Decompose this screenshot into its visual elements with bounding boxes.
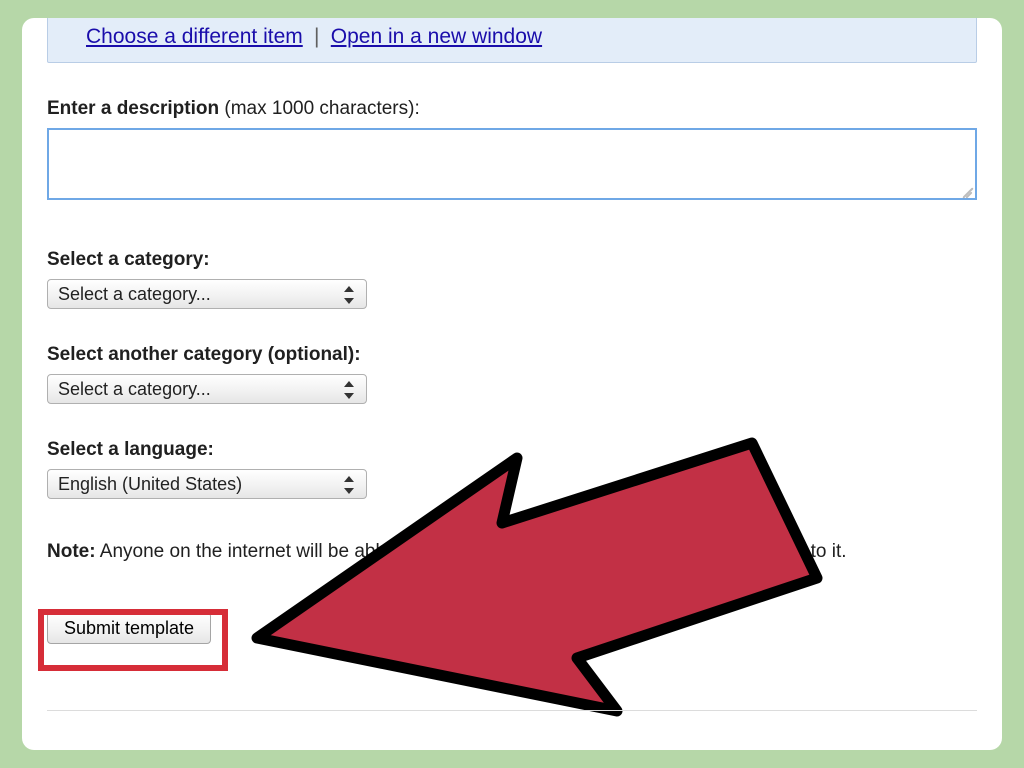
category2-section: Select another category (optional): Sele…: [47, 344, 367, 404]
submit-section: Submit template: [47, 612, 211, 644]
description-section: Enter a description (max 1000 characters…: [47, 98, 977, 200]
submit-template-button[interactable]: Submit template: [47, 612, 211, 644]
category2-label: Select another category (optional):: [47, 344, 361, 365]
description-input[interactable]: [47, 128, 977, 200]
info-banner: Choose a different item | Open in a new …: [47, 18, 977, 63]
chevron-updown-icon: [344, 474, 356, 496]
chevron-updown-icon: [344, 284, 356, 306]
language-select-value: English (United States): [58, 474, 242, 495]
open-new-window-link[interactable]: Open in a new window: [331, 25, 542, 48]
note-text: Anyone on the internet will be able to f…: [96, 541, 847, 562]
category-label: Select a category:: [47, 249, 210, 270]
category2-select-value: Select a category...: [58, 379, 211, 400]
note-section: Note: Anyone on the internet will be abl…: [47, 538, 977, 566]
category-select-value: Select a category...: [58, 284, 211, 305]
category2-select[interactable]: Select a category...: [47, 374, 367, 404]
choose-different-item-link[interactable]: Choose a different item: [86, 25, 303, 48]
description-label-suffix: (max 1000 characters):: [219, 98, 420, 119]
chevron-updown-icon: [344, 379, 356, 401]
description-wrap: [47, 128, 977, 200]
language-select[interactable]: English (United States): [47, 469, 367, 499]
language-label: Select a language:: [47, 439, 214, 460]
note-label: Note:: [47, 541, 96, 562]
category-select[interactable]: Select a category...: [47, 279, 367, 309]
banner-separator: |: [308, 25, 325, 48]
form-content: Choose a different item | Open in a new …: [47, 18, 977, 750]
category-section: Select a category: Select a category...: [47, 249, 367, 309]
language-section: Select a language: English (United State…: [47, 439, 367, 499]
page-frame: Choose a different item | Open in a new …: [22, 18, 1002, 750]
description-label: Enter a description: [47, 98, 219, 119]
divider: [47, 710, 977, 711]
